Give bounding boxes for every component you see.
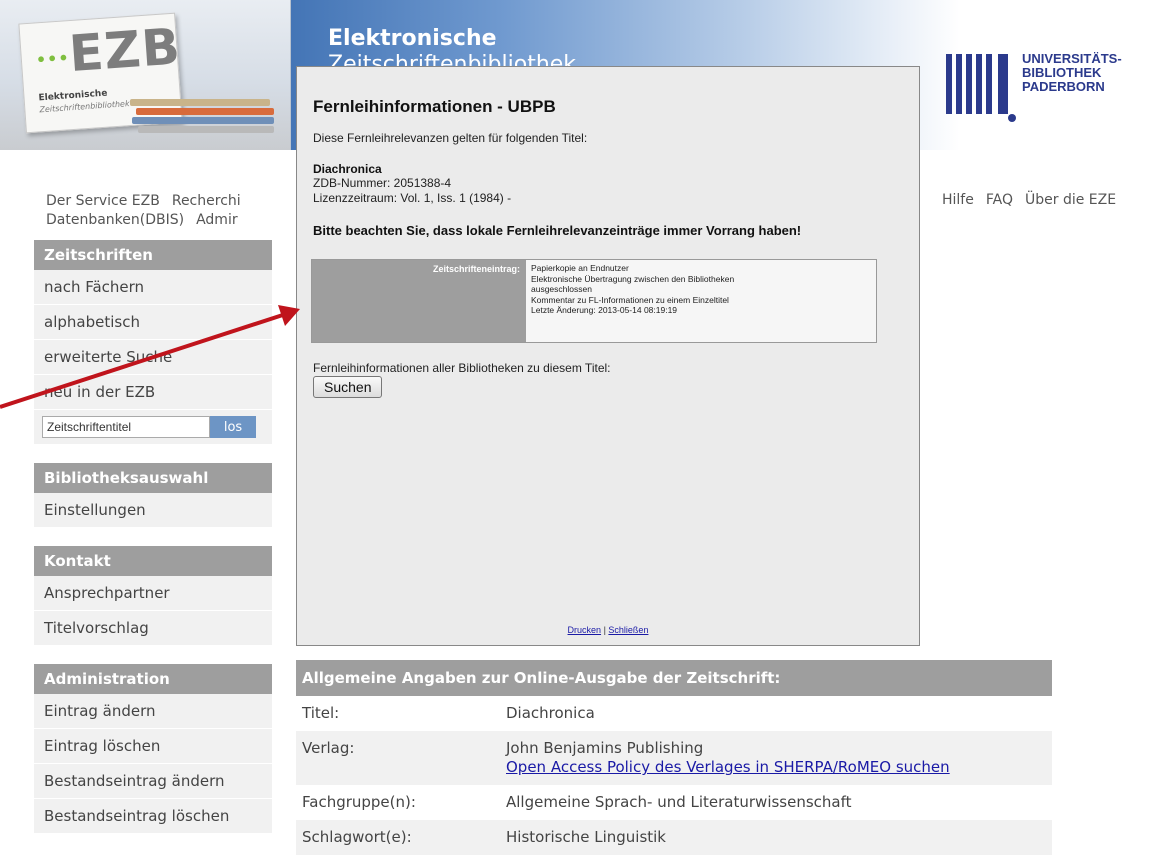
sidebar-item-titelvorschlag[interactable]: Titelvorschlag	[34, 611, 272, 646]
ub-line1: UNIVERSITÄTS-	[1022, 51, 1122, 66]
close-link[interactable]: Schließen	[608, 625, 648, 635]
entry-details: Papierkopie an Endnutzer Elektronische Ü…	[526, 260, 876, 342]
info-key: Fachgruppe(n):	[302, 793, 416, 811]
info-key: Verlag:	[302, 739, 355, 757]
nav-admin[interactable]: Admir	[196, 212, 238, 228]
sherpa-romeo-link[interactable]: Open Access Policy des Verlages in SHERP…	[506, 758, 950, 776]
entry-line: Kommentar zu FL-Informationen zu einem E…	[531, 294, 729, 305]
nav-faq[interactable]: FAQ	[986, 192, 1013, 208]
info-table-heading: Allgemeine Angaben zur Online-Ausgabe de…	[296, 660, 1052, 696]
dialog-zdb-number: ZDB-Nummer: 2051388-4	[313, 176, 452, 190]
sidebar-heading-kontakt: Kontakt	[34, 546, 272, 576]
sidebar-item-erweiterte-suche[interactable]: erweiterte Suche	[34, 340, 272, 375]
table-row: Fachgruppe(n): Allgemeine Sprach- und Li…	[296, 785, 1052, 820]
ub-dot-icon	[1008, 114, 1016, 122]
nav-hilfe[interactable]: Hilfe	[942, 192, 974, 208]
ezb-logo[interactable]: •••EZB Elektronische Zeitschriftenbiblio…	[0, 0, 291, 150]
ub-logo-text: UNIVERSITÄTS- BIBLIOTHEK PADERBORN	[1022, 52, 1122, 94]
info-value: Diachronica	[506, 704, 595, 722]
info-key: Schlagwort(e):	[302, 828, 412, 846]
sidebar: Zeitschriften nach Fächern alphabetisch …	[34, 240, 272, 834]
ub-line2: BIBLIOTHEK	[1022, 65, 1102, 80]
books-icon	[130, 95, 280, 140]
right-navigation: Hilfe FAQ Über die EZE	[942, 192, 1128, 208]
dialog-journal-title: Diachronica	[313, 162, 382, 176]
ub-line3: PADERBORN	[1022, 79, 1105, 94]
logo-dots-icon: •••	[35, 48, 71, 70]
dialog-license-period: Lizenzzeitraum: Vol. 1, Iss. 1 (1984) -	[313, 191, 512, 205]
suchen-button[interactable]: Suchen	[313, 376, 383, 398]
entry-line: Letzte Änderung: 2013-05-14 08:19:19	[531, 305, 678, 315]
sidebar-item-eintrag-aendern[interactable]: Eintrag ändern	[34, 694, 272, 729]
interlibrary-loan-dialog: Fernleihinformationen - UBPB Diese Fernl…	[296, 66, 920, 646]
entry-label: Zeitschrifteneintrag:	[312, 260, 526, 342]
table-row: Titel: Diachronica	[296, 696, 1052, 731]
nav-dbis[interactable]: Datenbanken(DBIS)	[46, 212, 184, 228]
entry-line: Papierkopie an Endnutzer	[531, 263, 629, 273]
sidebar-heading-administration: Administration	[34, 664, 272, 694]
ub-bars-icon	[946, 54, 1016, 114]
sidebar-item-bestandseintrag-loeschen[interactable]: Bestandseintrag löschen	[34, 799, 272, 834]
info-key: Titel:	[302, 704, 340, 722]
table-row: Schlagwort(e): Historische Linguistik	[296, 820, 1052, 855]
nav-recherche[interactable]: Recherchi	[172, 193, 241, 209]
info-value: Historische Linguistik	[506, 828, 666, 846]
sidebar-item-neu-in-der-ezb[interactable]: neu in der EZB	[34, 375, 272, 410]
print-link[interactable]: Drucken	[568, 625, 602, 635]
dialog-footer: Drucken | Schließen	[297, 625, 919, 635]
sidebar-item-eintrag-loeschen[interactable]: Eintrag löschen	[34, 729, 272, 764]
search-go-button[interactable]: los	[210, 416, 256, 438]
nav-ueber[interactable]: Über die EZE	[1025, 192, 1116, 208]
logo-ezb-text: •••EZB	[34, 17, 183, 85]
sidebar-item-ansprechpartner[interactable]: Ansprechpartner	[34, 576, 272, 611]
dialog-title: Fernleihinformationen - UBPB	[313, 97, 556, 116]
entry-line: Elektronische Übertragung zwischen den B…	[531, 273, 735, 284]
journal-title-search-input[interactable]	[42, 416, 210, 438]
footer-separator: |	[603, 625, 606, 635]
dialog-subtitle: Diese Fernleihrelevanzen gelten für folg…	[313, 131, 588, 145]
sidebar-item-einstellungen[interactable]: Einstellungen	[34, 493, 272, 528]
info-value: Allgemeine Sprach- und Literaturwissensc…	[506, 793, 852, 811]
sidebar-item-bestandseintrag-aendern[interactable]: Bestandseintrag ändern	[34, 764, 272, 799]
table-row: Verlag: John Benjamins Publishing Open A…	[296, 731, 1052, 785]
nav-service-ezb[interactable]: Der Service EZB	[46, 193, 160, 209]
app-title: Elektronische	[328, 26, 497, 51]
loan-relevance-table: Zeitschrifteneintrag: Papierkopie an End…	[311, 259, 877, 343]
sidebar-item-alphabetisch[interactable]: alphabetisch	[34, 305, 272, 340]
sidebar-search: los	[34, 410, 272, 445]
sidebar-heading-bibliotheksauswahl: Bibliotheksauswahl	[34, 463, 272, 493]
dialog-priority-note: Bitte beachten Sie, dass lokale Fernleih…	[313, 223, 802, 238]
info-value: John Benjamins Publishing Open Access Po…	[506, 731, 1052, 785]
sidebar-item-nach-faechern[interactable]: nach Fächern	[34, 270, 272, 305]
journal-info-table: Allgemeine Angaben zur Online-Ausgabe de…	[296, 660, 1052, 855]
all-libraries-label: Fernleihinformationen aller Bibliotheken…	[313, 361, 611, 375]
logo-text: EZB	[67, 17, 183, 84]
sidebar-heading-zeitschriften: Zeitschriften	[34, 240, 272, 270]
entry-line: ausgeschlossen	[531, 284, 592, 294]
top-navigation: Der Service EZB Recherchi Datenbanken(DBI…	[46, 192, 253, 230]
publisher-name: John Benjamins Publishing	[506, 739, 704, 757]
